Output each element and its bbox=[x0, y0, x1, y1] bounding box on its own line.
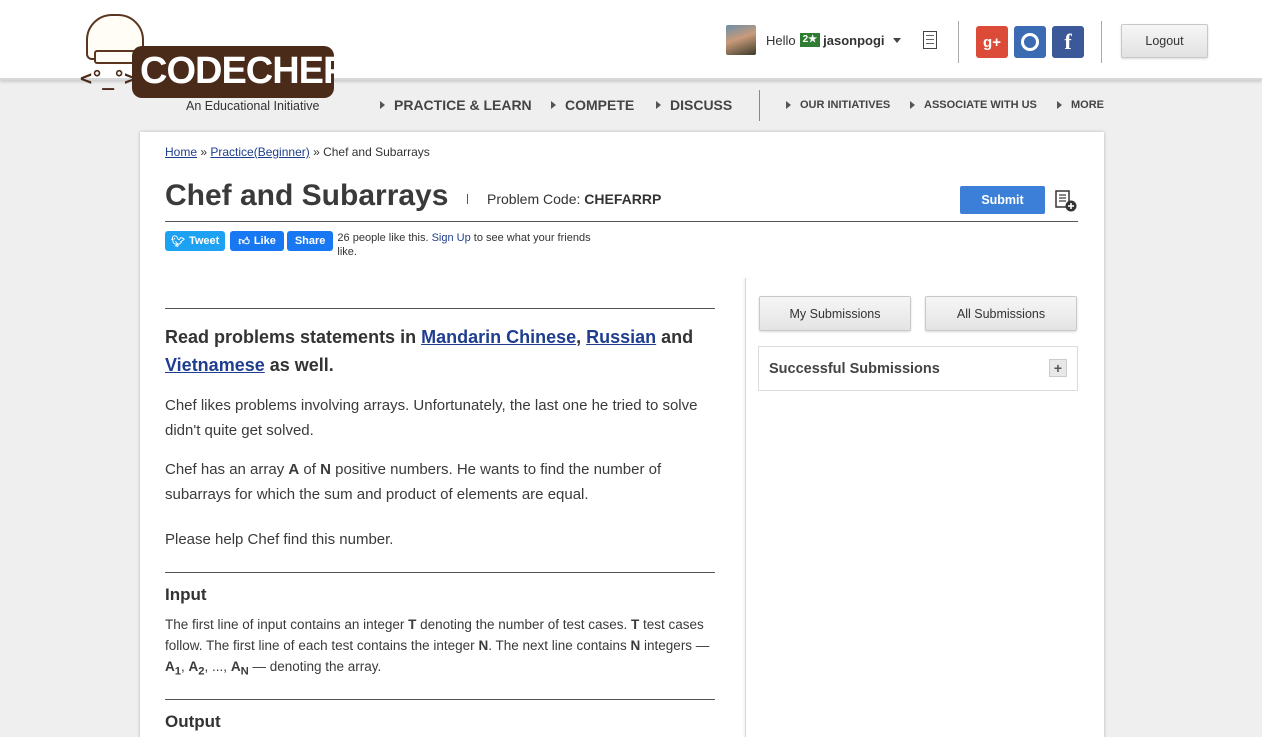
breadcrumb-practice-link[interactable]: Practice(Beginner) bbox=[210, 145, 309, 159]
translations-heading: Read problems statements in Mandarin Chi… bbox=[165, 327, 694, 375]
breadcrumb: Home » Practice(Beginner) » Chef and Sub… bbox=[165, 145, 430, 159]
input-heading: Input bbox=[165, 585, 207, 604]
codechef-logo[interactable]: <°_°> CODECHEF An Educational Initiative bbox=[80, 14, 346, 118]
triangle-right-icon bbox=[1057, 101, 1062, 109]
nav-compete[interactable]: COMPETE bbox=[551, 97, 634, 113]
logo-wordmark: CODECHEF bbox=[132, 46, 346, 98]
all-submissions-button[interactable]: All Submissions bbox=[925, 296, 1077, 331]
divider bbox=[958, 21, 959, 63]
problem-code: Problem Code: CHEFARRP bbox=[487, 191, 662, 207]
input-description: The first line of input contains an inte… bbox=[165, 617, 710, 678]
triangle-right-icon bbox=[656, 101, 661, 109]
rating-badge: 2★ bbox=[799, 33, 821, 47]
nav-associate-with-us[interactable]: ASSOCIATE WITH US bbox=[910, 99, 1037, 111]
problem-card: Home » Practice(Beginner) » Chef and Sub… bbox=[140, 132, 1104, 737]
greeting: Hello bbox=[766, 32, 796, 48]
statement-paragraph: Chef likes problems involving arrays. Un… bbox=[165, 397, 698, 439]
statement-paragraph: Please help Chef find this number. bbox=[165, 531, 394, 548]
share-button[interactable]: Share bbox=[286, 231, 334, 251]
nav-discuss[interactable]: DISCUSS bbox=[656, 97, 732, 113]
google-plus-icon[interactable]: g+ bbox=[976, 26, 1008, 58]
sign-up-link[interactable]: Sign Up bbox=[432, 232, 471, 244]
social-share-row: 🐦︎ Tweet 👍︎ Like Share 26 people like this… bbox=[165, 231, 597, 259]
add-to-list-icon[interactable] bbox=[1055, 190, 1077, 212]
breadcrumb-current: Chef and Subarrays bbox=[323, 145, 430, 159]
notes-icon[interactable] bbox=[923, 31, 937, 49]
chevron-down-icon[interactable] bbox=[892, 37, 901, 43]
expand-icon[interactable]: + bbox=[1049, 359, 1067, 377]
mandarin-link[interactable]: Mandarin Chinese bbox=[421, 327, 576, 347]
username[interactable]: jasonpogi bbox=[823, 33, 884, 48]
successful-submissions-title: Successful Submissions bbox=[769, 361, 940, 377]
title-divider bbox=[165, 221, 1078, 222]
triangle-right-icon bbox=[786, 101, 791, 109]
twitter-icon: 🐦︎ bbox=[171, 235, 185, 248]
nav-our-initiatives[interactable]: OUR INITIATIVES bbox=[786, 99, 890, 111]
tweet-button[interactable]: 🐦︎ Tweet bbox=[165, 231, 226, 251]
successful-submissions-panel: Successful Submissions + bbox=[758, 346, 1078, 391]
vietnamese-link[interactable]: Vietnamese bbox=[165, 355, 265, 375]
breadcrumb-home-link[interactable]: Home bbox=[165, 145, 197, 159]
problem-statement: Read problems statements in Mandarin Chi… bbox=[165, 308, 715, 732]
submit-button[interactable]: Submit bbox=[960, 186, 1045, 214]
section-divider bbox=[165, 308, 715, 309]
avatar[interactable] bbox=[726, 25, 756, 55]
title-separator bbox=[467, 194, 468, 204]
my-submissions-button[interactable]: My Submissions bbox=[759, 296, 911, 331]
thumbs-up-icon: 👍︎ bbox=[238, 235, 250, 248]
statement-paragraph: Chef has an array A of N positive number… bbox=[165, 461, 662, 503]
facebook-icon[interactable]: f bbox=[1052, 26, 1084, 58]
github-icon[interactable] bbox=[1014, 26, 1046, 58]
russian-link[interactable]: Russian bbox=[586, 327, 656, 347]
logout-button[interactable]: Logout bbox=[1121, 24, 1208, 58]
triangle-right-icon bbox=[910, 101, 915, 109]
section-divider bbox=[165, 698, 715, 700]
likes-count-text: 26 people like this. Sign Up to see what… bbox=[337, 232, 591, 258]
logo-tagline: An Educational Initiative bbox=[186, 99, 320, 113]
user-menu[interactable]: Hello 2★ jasonpogi bbox=[726, 25, 901, 55]
nav-more[interactable]: MORE bbox=[1057, 99, 1104, 111]
nav-divider bbox=[759, 90, 760, 121]
nav-practice-learn[interactable]: PRACTICE & LEARN bbox=[380, 97, 532, 113]
triangle-right-icon bbox=[551, 101, 556, 109]
divider bbox=[1101, 21, 1102, 63]
output-heading: Output bbox=[165, 711, 221, 731]
triangle-right-icon bbox=[380, 101, 385, 109]
column-divider bbox=[745, 278, 746, 737]
section-divider bbox=[165, 572, 715, 573]
like-button[interactable]: 👍︎ Like bbox=[230, 231, 284, 251]
page-title: Chef and Subarrays bbox=[165, 179, 449, 212]
